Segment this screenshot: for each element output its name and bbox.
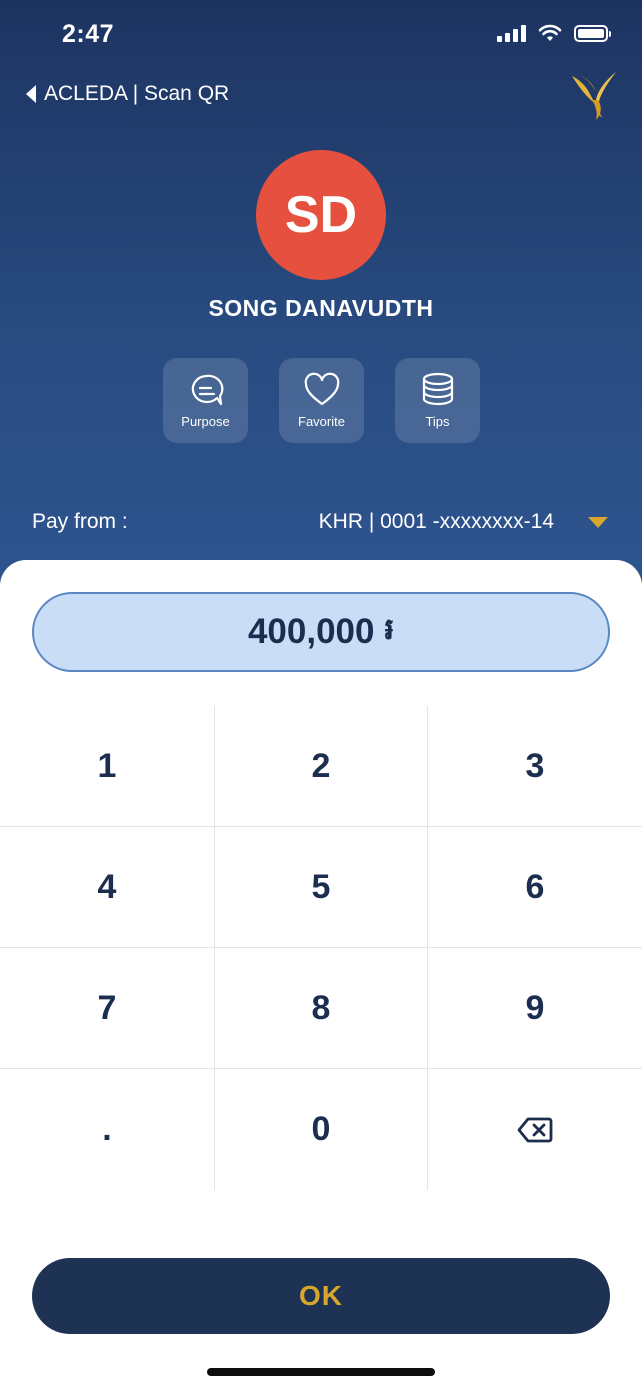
wifi-icon — [538, 24, 562, 41]
amount-field[interactable]: 400,000 ៛ — [32, 592, 610, 672]
key-7[interactable]: 7 — [0, 948, 214, 1069]
tips-label: Tips — [425, 414, 450, 429]
key-9[interactable]: 9 — [428, 948, 642, 1069]
battery-icon — [574, 24, 611, 42]
key-2[interactable]: 2 — [214, 706, 428, 827]
backspace-icon — [517, 1117, 553, 1142]
chat-bubble-icon — [191, 374, 223, 406]
key-decimal[interactable]: . — [0, 1069, 214, 1190]
purpose-button[interactable]: Purpose — [163, 358, 248, 443]
back-button[interactable]: ACLEDA | Scan QR — [26, 82, 229, 106]
status-time: 2:47 — [62, 20, 115, 48]
key-3[interactable]: 3 — [428, 706, 642, 827]
signal-icon — [497, 24, 526, 42]
pay-from-account[interactable]: KHR | 0001 -xxxxxxxx-14 — [319, 510, 554, 534]
key-5[interactable]: 5 — [214, 827, 428, 948]
heart-icon — [304, 372, 339, 406]
recipient-name: SONG DANAVUDTH — [208, 295, 434, 321]
chevron-down-icon[interactable] — [588, 517, 608, 528]
favorite-label: Favorite — [298, 414, 345, 429]
currency-symbol: ៛ — [384, 613, 395, 646]
numeric-keypad: 1 2 3 4 5 6 7 8 9 . 0 — [0, 706, 642, 1190]
avatar: SD — [256, 150, 386, 280]
key-8[interactable]: 8 — [214, 948, 428, 1069]
key-4[interactable]: 4 — [0, 827, 214, 948]
status-icons — [497, 24, 611, 42]
back-arrow-icon — [26, 85, 36, 103]
coins-icon — [422, 372, 453, 406]
tips-button[interactable]: Tips — [395, 358, 480, 443]
back-label: ACLEDA | Scan QR — [44, 82, 230, 105]
key-1[interactable]: 1 — [0, 706, 214, 827]
delete-key[interactable] — [428, 1069, 642, 1190]
key-6[interactable]: 6 — [428, 827, 642, 948]
ok-button[interactable]: OK — [32, 1258, 610, 1334]
purpose-label: Purpose — [181, 414, 230, 429]
acleda-logo-icon — [572, 72, 616, 120]
pay-from-label: Pay from : — [32, 510, 128, 533]
amount-value: 400,000 — [247, 612, 375, 651]
action-buttons: Purpose Favorite Tips — [163, 358, 480, 443]
key-0[interactable]: 0 — [214, 1069, 428, 1190]
favorite-button[interactable]: Favorite — [279, 358, 364, 443]
home-indicator — [207, 1368, 435, 1376]
